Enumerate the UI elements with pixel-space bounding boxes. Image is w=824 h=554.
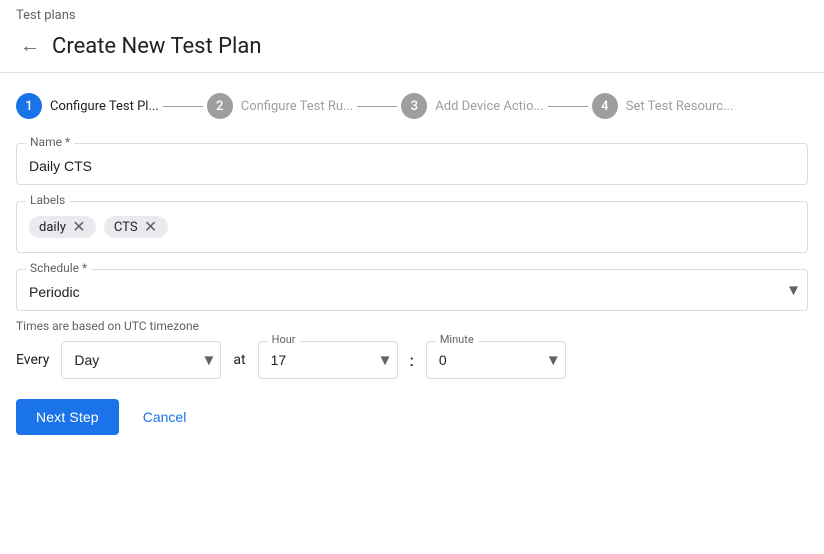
labels-input-area[interactable]: daily ✕ CTS ✕: [16, 201, 808, 253]
colon-separator: :: [410, 351, 414, 370]
timezone-hint: Times are based on UTC timezone: [16, 319, 808, 333]
step-3-label: Add Device Actio...: [435, 99, 544, 114]
page-title: Create New Test Plan: [52, 34, 262, 59]
at-label: at: [233, 352, 245, 368]
next-step-button[interactable]: Next Step: [16, 399, 119, 435]
step-4: 4 Set Test Resourc...: [592, 93, 734, 119]
every-select[interactable]: Day Hour Week: [61, 341, 221, 379]
step-connector-3: [548, 106, 588, 107]
schedule-label: Schedule: [26, 261, 91, 275]
step-1-label: Configure Test Pl...: [50, 99, 159, 114]
step-1: 1 Configure Test Pl...: [16, 93, 159, 119]
step-2: 2 Configure Test Ru...: [207, 93, 354, 119]
step-4-label: Set Test Resourc...: [626, 99, 734, 114]
chip-cts: CTS ✕: [104, 216, 168, 238]
step-connector-1: [163, 106, 203, 107]
name-field: Name: [16, 143, 808, 185]
labels-field: Labels daily ✕ CTS ✕: [16, 201, 808, 253]
back-arrow-icon: ←: [20, 35, 40, 58]
chip-daily-text: daily: [39, 220, 66, 235]
back-button[interactable]: ←: [16, 31, 44, 62]
step-3: 3 Add Device Actio...: [401, 93, 544, 119]
name-label: Name: [26, 135, 74, 149]
every-select-wrapper: Day Hour Week ▾: [61, 341, 221, 379]
chip-cts-remove[interactable]: ✕: [142, 218, 160, 236]
name-input[interactable]: [16, 143, 808, 185]
stepper: 1 Configure Test Pl... 2 Configure Test …: [16, 93, 808, 119]
schedule-select-wrapper: Periodic Once Manual ▾: [16, 269, 808, 311]
actions-row: Next Step Cancel: [16, 399, 808, 435]
chip-cts-text: CTS: [114, 220, 138, 235]
labels-label: Labels: [26, 193, 69, 207]
step-2-circle: 2: [207, 93, 233, 119]
schedule-select[interactable]: Periodic Once Manual: [16, 269, 808, 311]
periodic-row: Every Day Hour Week ▾ at Hour 17 0123 45…: [16, 341, 808, 379]
minute-sublabel: Minute: [436, 333, 478, 346]
breadcrumb: Test plans: [16, 8, 808, 23]
step-connector-2: [357, 106, 397, 107]
minute-select[interactable]: 0 5101520 25303540 455055: [426, 341, 566, 379]
step-1-circle: 1: [16, 93, 42, 119]
chip-daily-remove[interactable]: ✕: [70, 218, 88, 236]
step-2-label: Configure Test Ru...: [241, 99, 354, 114]
every-label: Every: [16, 352, 49, 368]
cancel-button[interactable]: Cancel: [135, 399, 195, 435]
hour-sublabel: Hour: [268, 333, 300, 346]
hour-select[interactable]: 17 0123 4567 891011 12131415 16181920 21…: [258, 341, 398, 379]
step-4-circle: 4: [592, 93, 618, 119]
schedule-field: Schedule Periodic Once Manual ▾: [16, 269, 808, 311]
chip-daily: daily ✕: [29, 216, 96, 238]
step-3-circle: 3: [401, 93, 427, 119]
hour-select-wrapper: Hour 17 0123 4567 891011 12131415 161819…: [258, 341, 398, 379]
minute-select-wrapper: Minute 0 5101520 25303540 455055 ▾: [426, 341, 566, 379]
